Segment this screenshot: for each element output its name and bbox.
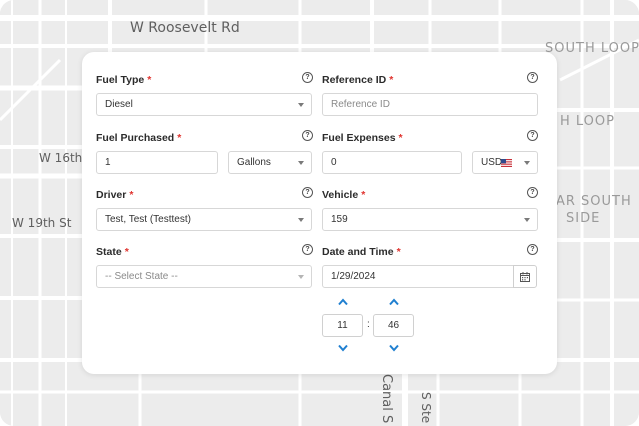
driver-label: Driver * [96, 189, 134, 201]
us-flag-icon [501, 159, 512, 167]
caret-down-icon [298, 161, 304, 165]
question-circle-icon[interactable]: ? [527, 187, 538, 198]
fuel-expenses-label: Fuel Expenses * [322, 132, 403, 144]
date-input[interactable]: 1/29/2024 [322, 265, 514, 288]
caret-down-icon [298, 103, 304, 107]
minute-decrement-button[interactable] [389, 344, 399, 352]
map-label-s-ste: S Ste [419, 392, 433, 424]
fuel-purchased-label: Fuel Purchased * [96, 132, 182, 144]
fuel-type-label: Fuel Type * [96, 74, 152, 86]
caret-down-icon [524, 218, 530, 222]
vehicle-select[interactable]: 159 [322, 208, 538, 231]
fuel-unit-select[interactable]: Gallons [228, 151, 312, 174]
hour-decrement-button[interactable] [338, 344, 348, 352]
question-circle-icon[interactable]: ? [527, 72, 538, 83]
reference-id-input[interactable]: Reference ID [322, 93, 538, 116]
fuel-purchased-input[interactable]: 1 [96, 151, 218, 174]
fuel-form-panel: Fuel Type * ? Diesel Reference ID * ? Refe… [82, 52, 557, 374]
minute-increment-button[interactable] [389, 298, 399, 306]
caret-down-icon [524, 161, 530, 165]
caret-down-icon [298, 218, 304, 222]
question-circle-icon[interactable]: ? [302, 244, 313, 255]
vehicle-label: Vehicle * [322, 189, 366, 201]
hour-input[interactable]: 11 [322, 314, 363, 337]
hour-increment-button[interactable] [338, 298, 348, 306]
calendar-icon [520, 272, 530, 282]
map-label-canal: Canal S [379, 374, 394, 424]
time-separator: : [367, 319, 370, 330]
map-label-south-loop: SOUTH LOOP [545, 41, 639, 56]
state-label: State * [96, 246, 129, 258]
question-circle-icon[interactable]: ? [302, 187, 313, 198]
map-label-side: SIDE [566, 211, 601, 226]
reference-id-label: Reference ID * [322, 74, 394, 86]
map-label-ar-south: AR SOUTH [556, 194, 632, 209]
currency-select[interactable]: USD [472, 151, 538, 174]
fuel-expenses-input[interactable]: 0 [322, 151, 462, 174]
date-time-label: Date and Time * [322, 246, 401, 258]
map-label-w19th: W 19th St [12, 216, 72, 230]
question-circle-icon[interactable]: ? [302, 130, 313, 141]
minute-input[interactable]: 46 [373, 314, 414, 337]
map-label-w16th: W 16th [39, 151, 83, 165]
fuel-type-select[interactable]: Diesel [96, 93, 312, 116]
state-select[interactable]: -- Select State -- [96, 265, 312, 288]
question-circle-icon[interactable]: ? [302, 72, 313, 83]
question-circle-icon[interactable]: ? [527, 130, 538, 141]
map-label-roosevelt: W Roosevelt Rd [130, 20, 240, 36]
driver-select[interactable]: Test, Test (Testtest) [96, 208, 312, 231]
caret-down-icon [298, 275, 304, 279]
app-frame: W Roosevelt Rd SOUTH LOOP H LOOP W 16th … [0, 0, 639, 426]
calendar-button[interactable] [513, 265, 537, 288]
question-circle-icon[interactable]: ? [527, 244, 538, 255]
map-label-h-loop: H LOOP [560, 114, 615, 129]
